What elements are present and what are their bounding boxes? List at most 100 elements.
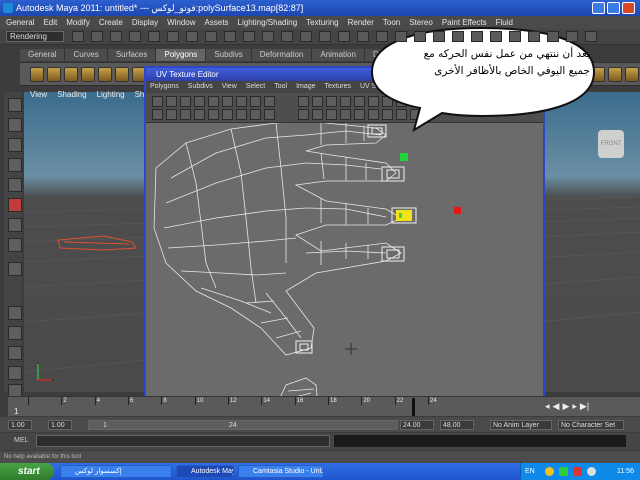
shelf-tab-surfaces[interactable]: Surfaces (107, 49, 157, 61)
tray-icon[interactable] (545, 467, 554, 476)
status-line-icon[interactable] (547, 31, 559, 42)
step-back-icon[interactable]: ◂ (545, 401, 550, 412)
playhead[interactable] (412, 398, 415, 416)
status-line-icon[interactable] (376, 31, 388, 42)
menu-texturing[interactable]: Texturing (306, 16, 338, 29)
shelf-tool-icon[interactable] (98, 67, 112, 82)
status-line-icon[interactable] (205, 31, 217, 42)
shelf-tool-icon[interactable] (81, 67, 95, 82)
viewport-menu-shading[interactable]: Shading (57, 90, 86, 100)
status-line-icon[interactable] (129, 31, 141, 42)
range-slider-bar[interactable]: 1 24 (88, 420, 398, 430)
status-line-icon[interactable] (300, 31, 312, 42)
shelf-tool-icon[interactable] (47, 67, 61, 82)
shelf-tool-icon[interactable] (608, 67, 622, 82)
status-line-icon[interactable] (167, 31, 179, 42)
soft-mod-icon[interactable] (8, 238, 22, 252)
shelf-tab-general[interactable]: General (20, 49, 66, 61)
uv-tool-icon[interactable] (340, 96, 351, 107)
shelf-tool-icon[interactable] (115, 67, 129, 82)
status-line-icon[interactable] (414, 31, 426, 42)
task-folder[interactable]: إكسسوار لوكس (60, 465, 172, 478)
uv-tool-icon[interactable] (298, 109, 309, 120)
language-indicator[interactable]: EN (525, 463, 535, 480)
shelf-tool-icon[interactable] (625, 67, 639, 82)
uv-tool-icon[interactable] (312, 96, 323, 107)
select-tool-icon[interactable] (8, 98, 22, 112)
lasso-tool-icon[interactable] (8, 118, 22, 132)
shelf-tab-curves[interactable]: Curves (65, 49, 108, 61)
mel-input[interactable] (36, 435, 330, 447)
maximize-button[interactable] (607, 2, 620, 14)
uv-tool-icon[interactable] (222, 96, 233, 107)
status-line-icon[interactable] (433, 31, 445, 42)
play-forward-icon[interactable]: ▶ (562, 401, 569, 412)
shelf-tab-polygons[interactable]: Polygons (156, 49, 207, 61)
status-line-icon[interactable] (319, 31, 331, 42)
uv-tool-icon[interactable] (152, 96, 163, 107)
menu-window[interactable]: Window (167, 16, 195, 29)
uv-tool-icon[interactable] (194, 96, 205, 107)
uv-menu-subdivs[interactable]: Subdivs (188, 81, 213, 93)
uv-tool-icon[interactable] (236, 109, 247, 120)
menu-general[interactable]: General (6, 16, 34, 29)
uv-tool-icon[interactable] (236, 96, 247, 107)
uv-menu-image[interactable]: Image (296, 81, 315, 93)
viewport-menu-lighting[interactable]: Lighting (97, 90, 125, 100)
status-line-icon[interactable] (452, 31, 464, 42)
status-line-icon[interactable] (91, 31, 103, 42)
uv-tool-icon[interactable] (340, 109, 351, 120)
status-line-icon[interactable] (224, 31, 236, 42)
layout-four-icon[interactable] (8, 326, 22, 340)
status-line-icon[interactable] (528, 31, 540, 42)
outliner-icon[interactable] (8, 366, 22, 380)
uv-tool-icon[interactable] (250, 96, 261, 107)
status-line-icon[interactable] (148, 31, 160, 42)
uv-tool-icon[interactable] (326, 109, 337, 120)
paint-select-icon[interactable] (8, 138, 22, 152)
last-tool-icon[interactable] (8, 262, 22, 276)
layout-single-icon[interactable] (8, 306, 22, 320)
uv-tool-icon[interactable] (152, 109, 163, 120)
menu-assets[interactable]: Assets (205, 16, 229, 29)
status-line-icon[interactable] (471, 31, 483, 42)
uv-tool-icon[interactable] (208, 109, 219, 120)
step-forward-icon[interactable]: ▸ (572, 401, 577, 412)
close-button[interactable] (622, 2, 635, 14)
uv-menu-select[interactable]: Select (246, 81, 265, 93)
status-line-icon[interactable] (357, 31, 369, 42)
menu-edit[interactable]: Edit (43, 16, 57, 29)
anim-end-field[interactable]: 48.00 (440, 420, 474, 430)
start-button[interactable]: start (0, 463, 54, 480)
shelf-tool-icon[interactable] (30, 67, 44, 82)
rotate-tool-icon[interactable] (8, 178, 22, 192)
uv-tool-icon[interactable] (180, 96, 191, 107)
uv-tool-icon[interactable] (326, 96, 337, 107)
layout-two-icon[interactable] (8, 346, 22, 360)
security-icon[interactable] (573, 467, 582, 476)
uv-tool-icon[interactable] (208, 96, 219, 107)
shelf-tab-animation[interactable]: Animation (312, 49, 365, 61)
uv-tool-icon[interactable] (264, 96, 275, 107)
uv-tool-icon[interactable] (312, 109, 323, 120)
menu-set-selector[interactable]: Rendering (6, 31, 64, 42)
viewport-menu-view[interactable]: View (30, 90, 47, 100)
status-line-icon[interactable] (186, 31, 198, 42)
status-line-icon[interactable] (395, 31, 407, 42)
status-line-icon[interactable] (338, 31, 350, 42)
status-line-icon[interactable] (262, 31, 274, 42)
menu-display[interactable]: Display (132, 16, 158, 29)
playback-start-field[interactable]: 1.00 (48, 420, 72, 430)
uv-canvas[interactable] (146, 123, 543, 406)
status-line-icon[interactable] (490, 31, 502, 42)
uv-tool-icon[interactable] (166, 109, 177, 120)
shelf-tab-subdivs[interactable]: Subdivs (206, 49, 252, 61)
uv-menu-textures[interactable]: Textures (325, 81, 351, 93)
uv-menu-view[interactable]: View (222, 81, 237, 93)
network-icon[interactable] (559, 467, 568, 476)
goto-end-icon[interactable]: ▶| (580, 401, 589, 412)
uv-tool-icon[interactable] (250, 109, 261, 120)
uv-menu-polygons[interactable]: Polygons (150, 81, 179, 93)
green-handle[interactable] (400, 153, 408, 161)
window-title-bar[interactable]: Autodesk Maya 2011: untitled* --- فوتو_ل… (0, 0, 640, 16)
